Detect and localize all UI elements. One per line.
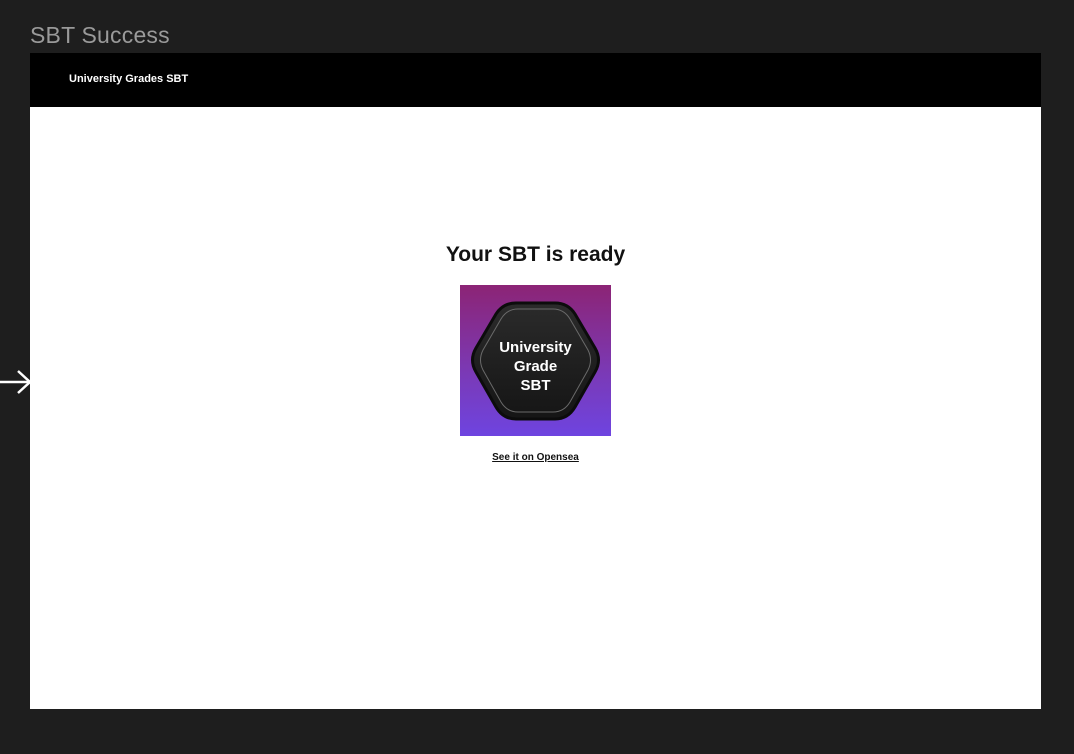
opensea-link-container: See it on Opensea [30, 452, 1041, 463]
frame-title[interactable]: SBT Success [30, 22, 170, 49]
app-frame: University Grades SBT Your SBT is ready [30, 53, 1041, 709]
token-label: University Grade SBT [460, 338, 611, 395]
navbar: University Grades SBT [30, 53, 1041, 107]
token-label-line: University [499, 339, 572, 356]
sbt-token-image: University Grade SBT [460, 285, 611, 436]
arrow-right-icon[interactable] [0, 368, 34, 396]
main-content: Your SBT is ready University Grade SBT S… [30, 107, 1041, 709]
design-canvas: SBT Success University Grades SBT Your S… [0, 0, 1074, 754]
opensea-link[interactable]: See it on Opensea [492, 452, 579, 463]
brand-name[interactable]: University Grades SBT [69, 73, 188, 85]
token-label-line: Grade [513, 358, 558, 375]
token-label-line: SBT [520, 377, 551, 394]
success-headline: Your SBT is ready [445, 243, 626, 266]
